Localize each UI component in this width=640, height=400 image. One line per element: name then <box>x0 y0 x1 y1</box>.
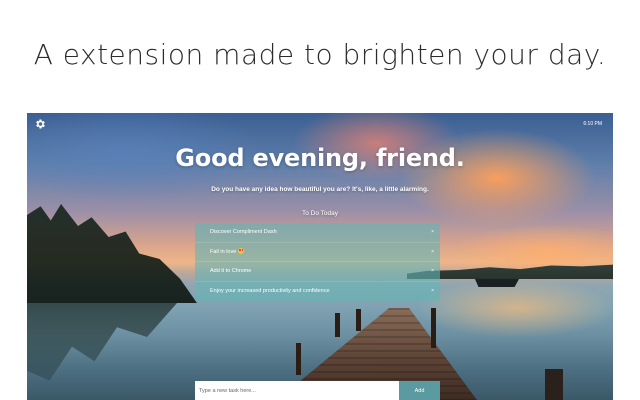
todo-label: Add it to Chrome <box>210 268 252 274</box>
add-task-button[interactable]: Add <box>399 381 440 400</box>
todo-label: Enjoy your increased productivity and co… <box>210 287 330 294</box>
todo-list: Discover Compliment Dash × Fall in love … <box>195 223 440 301</box>
gear-icon[interactable] <box>34 118 46 130</box>
delete-icon[interactable]: × <box>431 243 434 263</box>
delete-icon[interactable]: × <box>431 262 434 282</box>
delete-icon[interactable]: × <box>431 223 434 243</box>
pier-post <box>296 343 301 375</box>
foreground-post <box>545 369 563 400</box>
todo-item[interactable]: Enjoy your increased productivity and co… <box>195 282 440 302</box>
todo-item[interactable]: Fall in love × <box>195 243 440 263</box>
pier-post <box>335 313 340 337</box>
promo-page: A extension made to brighten your day. 6… <box>0 0 640 400</box>
greeting: Good evening, friend. <box>175 144 465 172</box>
boat <box>475 279 519 287</box>
extension-screenshot: 6:10 PM Good evening, friend. Do you hav… <box>27 113 613 400</box>
compliment-text: Do you have any idea how beautiful you a… <box>211 186 429 193</box>
todo-title: To Do Today <box>301 210 338 217</box>
delete-icon[interactable]: × <box>431 282 434 302</box>
todo-item[interactable]: Discover Compliment Dash × <box>195 223 440 243</box>
pier-post <box>356 309 361 331</box>
sunset-glow <box>417 278 613 338</box>
tree-reflection <box>27 303 177 381</box>
new-task-input[interactable] <box>195 381 399 400</box>
todo-label: Fall in love <box>210 248 237 255</box>
heart-eyes-emoji-icon <box>238 247 245 254</box>
todo-item[interactable]: Add it to Chrome × <box>195 262 440 282</box>
promo-headline: A extension made to brighten your day. <box>33 38 607 71</box>
pier-post <box>431 308 436 348</box>
clock: 6:10 PM <box>583 121 602 127</box>
todo-label: Discover Compliment Dash <box>210 229 277 235</box>
